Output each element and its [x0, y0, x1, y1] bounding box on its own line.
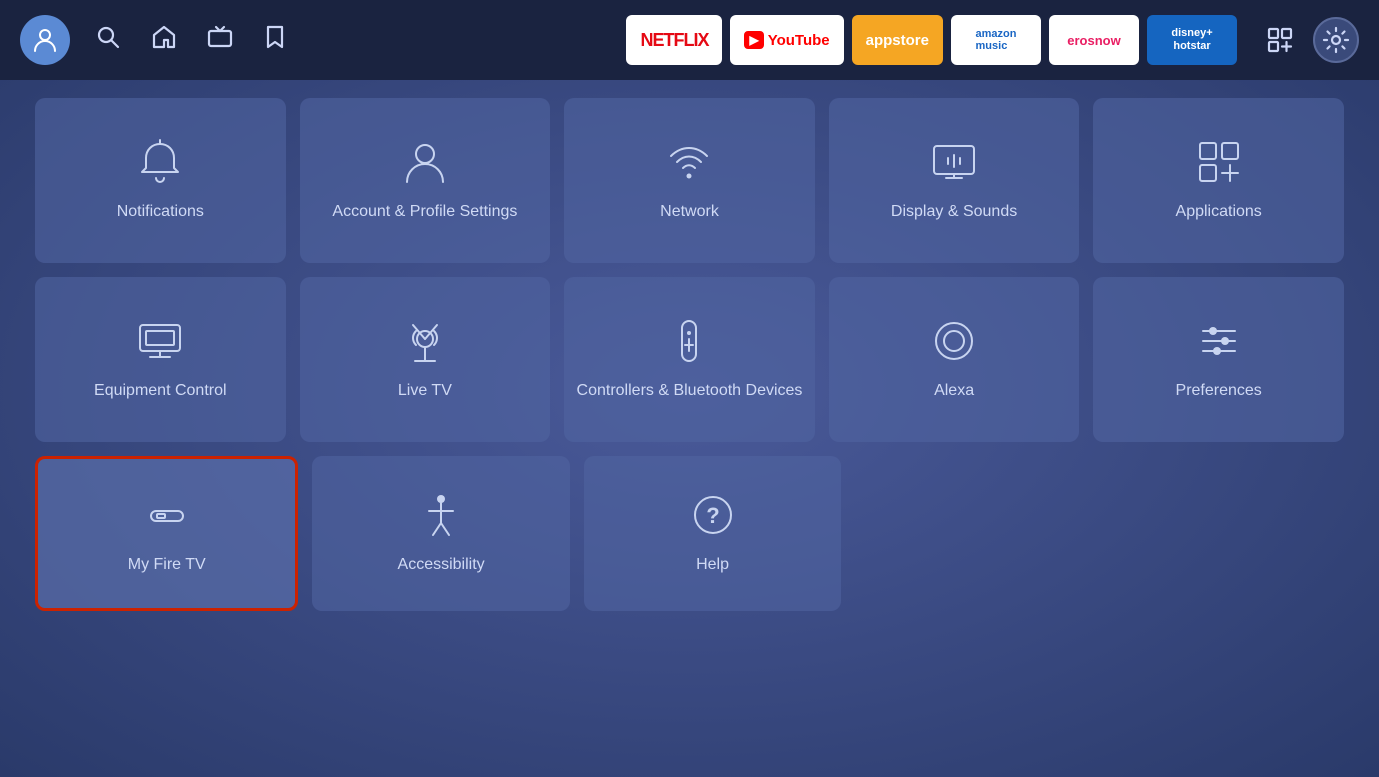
tile-display-sounds[interactable]: Display & Sounds — [829, 98, 1080, 263]
svg-text:?: ? — [706, 503, 719, 528]
tile-live-tv[interactable]: Live TV — [300, 277, 551, 442]
page-wrapper: NETFLIX ▶ YouTube appstore amazonmusic e… — [0, 0, 1379, 777]
display-icon — [930, 138, 978, 186]
nav-apps: NETFLIX ▶ YouTube appstore amazonmusic e… — [626, 15, 1237, 65]
grid-row-1: Notifications Account & Profile Settings — [35, 98, 1344, 263]
appstore-app[interactable]: appstore — [852, 15, 943, 65]
tile-my-fire-tv-label: My Fire TV — [128, 555, 206, 576]
remote-icon — [665, 317, 713, 365]
tile-help[interactable]: ? Help — [584, 456, 841, 611]
nav-left — [20, 15, 292, 65]
tile-preferences-label: Preferences — [1176, 381, 1262, 402]
wifi-icon — [665, 138, 713, 186]
tile-network[interactable]: Network — [564, 98, 815, 263]
tile-my-fire-tv[interactable]: My Fire TV — [35, 456, 298, 611]
tile-applications[interactable]: Applications — [1093, 98, 1344, 263]
antenna-icon — [401, 317, 449, 365]
tile-account-profile[interactable]: Account & Profile Settings — [300, 98, 551, 263]
tile-alexa[interactable]: Alexa — [829, 277, 1080, 442]
tile-display-label: Display & Sounds — [891, 202, 1017, 223]
tile-account-label: Account & Profile Settings — [332, 202, 517, 223]
person-icon — [401, 138, 449, 186]
tile-accessibility-label: Accessibility — [398, 555, 485, 576]
tile-accessibility[interactable]: Accessibility — [312, 456, 569, 611]
alexa-icon — [930, 317, 978, 365]
tile-controllers-bluetooth[interactable]: Controllers & Bluetooth Devices — [564, 277, 815, 442]
tile-preferences[interactable]: Preferences — [1093, 277, 1344, 442]
firetv-icon — [143, 491, 191, 539]
grid-row-3: My Fire TV Accessibility ? H — [35, 456, 1344, 611]
help-icon: ? — [689, 491, 737, 539]
empty-slot-2 — [1107, 456, 1344, 611]
monitor-icon — [136, 317, 184, 365]
tile-live-tv-label: Live TV — [398, 381, 452, 402]
search-icon[interactable] — [90, 19, 126, 61]
tile-equipment-label: Equipment Control — [94, 381, 227, 402]
empty-slot-1 — [855, 456, 1092, 611]
accessibility-icon — [417, 491, 465, 539]
erosnow-app[interactable]: erosnow — [1049, 15, 1139, 65]
avatar[interactable] — [20, 15, 70, 65]
apps-icon — [1195, 138, 1243, 186]
bell-icon — [136, 138, 184, 186]
top-nav: NETFLIX ▶ YouTube appstore amazonmusic e… — [0, 0, 1379, 80]
hotstar-app[interactable]: disney+hotstar — [1147, 15, 1237, 65]
grid-row-2: Equipment Control Live TV — [35, 277, 1344, 442]
home-icon[interactable] — [146, 19, 182, 61]
bookmark-icon[interactable] — [258, 19, 292, 61]
netflix-app[interactable]: NETFLIX — [626, 15, 722, 65]
tile-network-label: Network — [660, 202, 719, 223]
youtube-app[interactable]: ▶ YouTube — [730, 15, 843, 65]
amazon-music-app[interactable]: amazonmusic — [951, 15, 1041, 65]
tile-alexa-label: Alexa — [934, 381, 974, 402]
settings-grid: Notifications Account & Profile Settings — [0, 80, 1379, 777]
settings-icon[interactable] — [1313, 17, 1359, 63]
tile-notifications[interactable]: Notifications — [35, 98, 286, 263]
tv-icon[interactable] — [202, 19, 238, 61]
tile-help-label: Help — [696, 555, 729, 576]
nav-right — [1257, 17, 1359, 63]
apps-grid-icon[interactable] — [1257, 17, 1303, 63]
tile-controllers-label: Controllers & Bluetooth Devices — [577, 381, 803, 402]
tile-notifications-label: Notifications — [117, 202, 204, 223]
tile-applications-label: Applications — [1176, 202, 1262, 223]
tile-equipment-control[interactable]: Equipment Control — [35, 277, 286, 442]
sliders-icon — [1195, 317, 1243, 365]
